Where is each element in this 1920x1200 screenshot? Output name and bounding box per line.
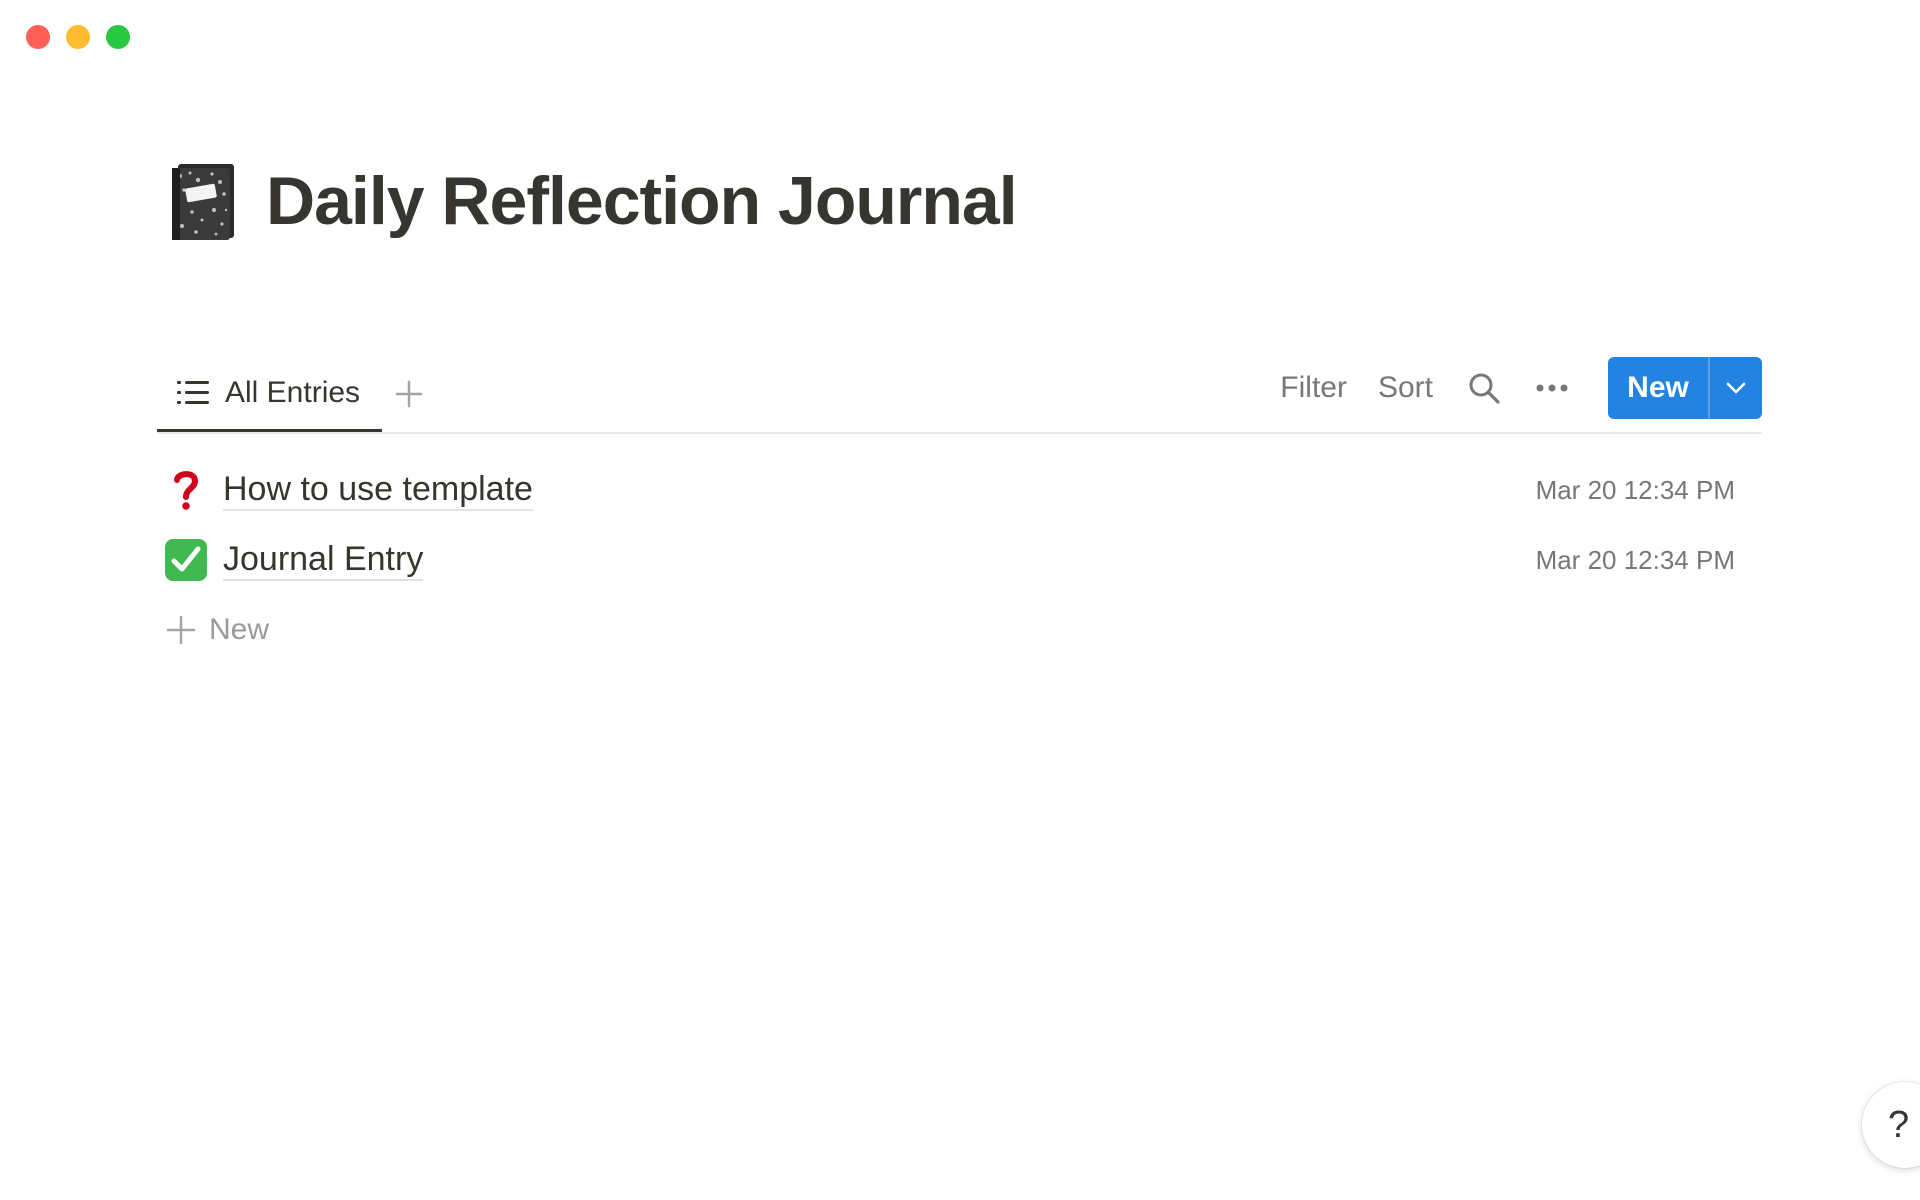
add-entry-button[interactable]: New bbox=[157, 595, 1762, 665]
entries-list: How to use template Mar 20 12:34 PM Jour… bbox=[157, 455, 1762, 665]
zoom-window-button[interactable] bbox=[106, 25, 130, 49]
list-item[interactable]: How to use template Mar 20 12:34 PM bbox=[157, 455, 1762, 525]
entry-date: Mar 20 12:34 PM bbox=[1535, 544, 1735, 575]
list-item[interactable]: Journal Entry Mar 20 12:34 PM bbox=[157, 525, 1762, 595]
sort-button[interactable]: Sort bbox=[1378, 371, 1433, 405]
search-button[interactable] bbox=[1464, 368, 1504, 408]
question-mark-icon bbox=[163, 467, 209, 513]
new-button[interactable]: New bbox=[1608, 357, 1708, 419]
chevron-down-icon bbox=[1726, 382, 1746, 394]
search-icon bbox=[1469, 373, 1500, 404]
entry-date: Mar 20 12:34 PM bbox=[1535, 474, 1735, 505]
check-mark-icon bbox=[163, 537, 209, 583]
tab-all-entries[interactable]: All Entries bbox=[157, 356, 382, 432]
database-view-bar: All Entries Filter Sort New bbox=[157, 356, 1762, 434]
close-window-button[interactable] bbox=[26, 25, 50, 49]
more-icon bbox=[1536, 384, 1568, 392]
list-icon bbox=[177, 380, 209, 404]
composition-notebook-icon[interactable] bbox=[168, 160, 238, 242]
view-toolbar: Filter Sort New bbox=[1280, 356, 1762, 420]
filter-button[interactable]: Filter bbox=[1280, 371, 1347, 405]
new-options-button[interactable] bbox=[1708, 357, 1762, 419]
add-entry-label: New bbox=[209, 613, 270, 646]
minimize-window-button[interactable] bbox=[66, 25, 90, 49]
more-options-button[interactable] bbox=[1532, 368, 1572, 408]
page-header: Daily Reflection Journal bbox=[168, 160, 1018, 242]
entry-title[interactable]: How to use template bbox=[223, 469, 533, 512]
plus-icon bbox=[166, 615, 196, 645]
app-window: Daily Reflection Journal All Entries Fil… bbox=[0, 0, 1920, 1200]
window-controls bbox=[26, 25, 130, 49]
page-title[interactable]: Daily Reflection Journal bbox=[266, 167, 1018, 235]
help-button[interactable]: ? bbox=[1862, 1082, 1920, 1168]
add-view-button[interactable] bbox=[389, 374, 429, 414]
plus-icon bbox=[395, 380, 423, 408]
tab-label: All Entries bbox=[225, 375, 361, 409]
entry-title[interactable]: Journal Entry bbox=[223, 539, 424, 582]
new-button-group: New bbox=[1608, 357, 1762, 419]
